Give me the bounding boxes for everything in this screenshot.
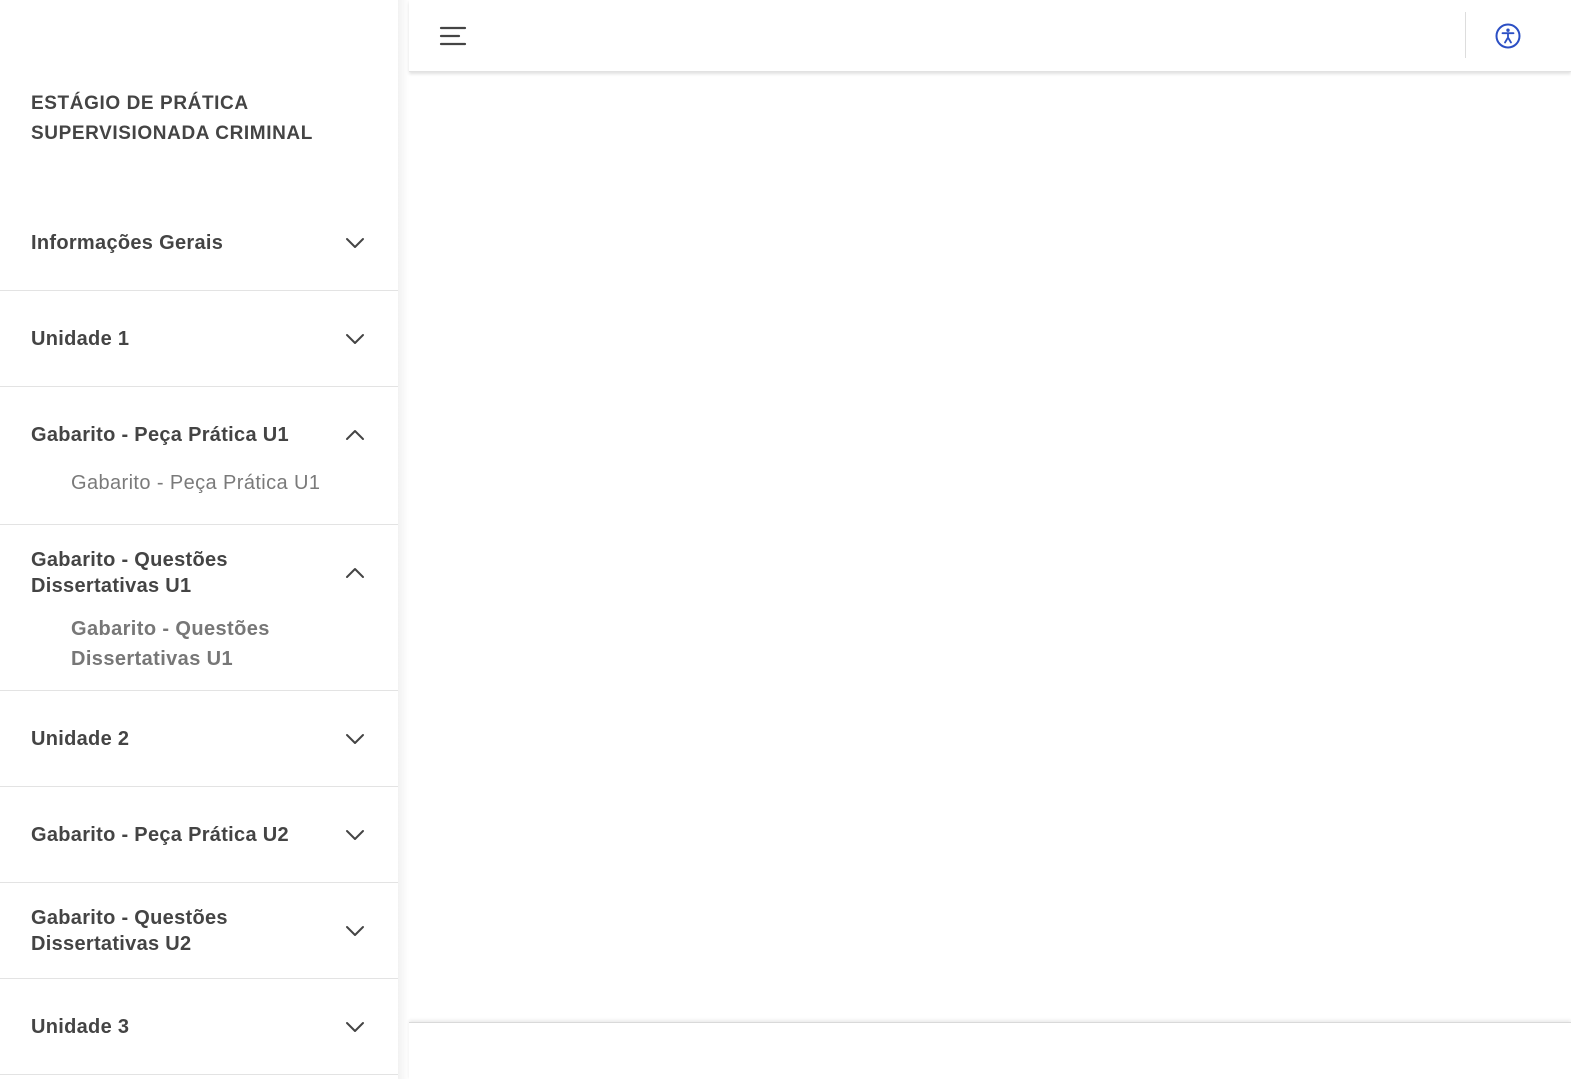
sidebar-nav: Informações Gerais Unidade 1 Gabarito - … xyxy=(0,195,398,1075)
sidebar-shadow xyxy=(398,0,409,1079)
chevron-down-icon[interactable] xyxy=(344,328,366,350)
nav-section-label: Gabarito - Peça Prática U2 xyxy=(31,823,289,846)
chevron-down-icon[interactable] xyxy=(344,1016,366,1038)
nav-section-label: Informações Gerais xyxy=(31,231,224,254)
top-bar-divider xyxy=(1465,12,1466,58)
nav-section-unidade-2: Unidade 2 xyxy=(0,691,398,787)
nav-header-gabarito-questoes-dissertativas-u2[interactable]: Gabarito - Questões Dissertativas U2 xyxy=(0,883,398,978)
nav-section-informacoes-gerais: Informações Gerais xyxy=(0,195,398,291)
nav-header-unidade-2[interactable]: Unidade 2 xyxy=(0,691,398,786)
accessibility-icon[interactable] xyxy=(1494,22,1522,50)
main-content xyxy=(409,72,1571,1022)
nav-section-label: Gabarito - Peça Prática U1 xyxy=(31,423,289,446)
sidebar: ESTÁGIO DE PRÁTICA SUPERVISIONADA CRIMIN… xyxy=(0,0,398,1079)
chevron-up-icon[interactable] xyxy=(344,562,366,584)
nav-section-unidade-3: Unidade 3 xyxy=(0,979,398,1075)
nav-header-gabarito-peca-pratica-u2[interactable]: Gabarito - Peça Prática U2 xyxy=(0,787,398,882)
top-bar xyxy=(409,0,1571,72)
nav-section-gabarito-questoes-dissertativas-u2: Gabarito - Questões Dissertativas U2 xyxy=(0,883,398,979)
nav-header-gabarito-peca-pratica-u1[interactable]: Gabarito - Peça Prática U1 xyxy=(0,387,398,482)
chevron-down-icon[interactable] xyxy=(344,232,366,254)
nav-header-unidade-3[interactable]: Unidade 3 xyxy=(0,979,398,1074)
nav-section-label: Unidade 3 xyxy=(31,1015,130,1038)
nav-section-gabarito-peca-pratica-u2: Gabarito - Peça Prática U2 xyxy=(0,787,398,883)
bottom-bar xyxy=(409,1022,1571,1079)
nav-section-gabarito-questoes-dissertativas-u1: Gabarito - Questões Dissertativas U1 Gab… xyxy=(0,525,398,691)
nav-section-label: Gabarito - Questões Dissertativas U2 xyxy=(31,906,228,955)
nav-section-label: Unidade 2 xyxy=(31,727,130,750)
chevron-down-icon[interactable] xyxy=(344,728,366,750)
nav-section-gabarito-peca-pratica-u1: Gabarito - Peça Prática U1 Gabarito - Pe… xyxy=(0,387,398,525)
nav-header-informacoes-gerais[interactable]: Informações Gerais xyxy=(0,195,398,290)
nav-section-unidade-1: Unidade 1 xyxy=(0,291,398,387)
nav-header-unidade-1[interactable]: Unidade 1 xyxy=(0,291,398,386)
nav-section-label: Gabarito - Questões Dissertativas U1 xyxy=(31,548,228,597)
chevron-down-icon[interactable] xyxy=(344,824,366,846)
chevron-up-icon[interactable] xyxy=(344,424,366,446)
app-window: ESTÁGIO DE PRÁTICA SUPERVISIONADA CRIMIN… xyxy=(0,0,1571,1079)
chevron-down-icon[interactable] xyxy=(344,920,366,942)
course-title: ESTÁGIO DE PRÁTICA SUPERVISIONADA CRIMIN… xyxy=(31,93,313,144)
nav-header-gabarito-questoes-dissertativas-u1[interactable]: Gabarito - Questões Dissertativas U1 xyxy=(0,525,398,620)
nav-sub-item-gabarito-questoes-dissertativas-u1[interactable]: Gabarito - Questões Dissertativas U1 xyxy=(0,614,398,690)
menu-icon[interactable] xyxy=(437,22,469,50)
nav-section-label: Unidade 1 xyxy=(31,327,130,350)
